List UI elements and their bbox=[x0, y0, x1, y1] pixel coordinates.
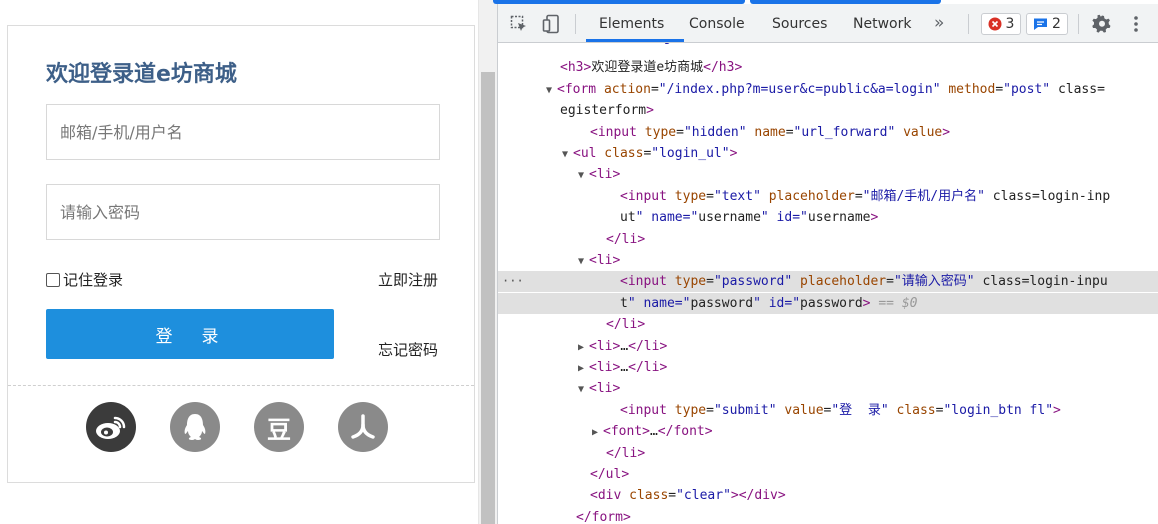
dom-node-line[interactable]: <input type="password" placeholder="请输入密… bbox=[498, 271, 1158, 293]
device-toolbar-icon[interactable] bbox=[542, 14, 562, 34]
dom-node-line[interactable]: ▼ <li> bbox=[498, 164, 1158, 185]
douban-glyph: 豆 bbox=[267, 415, 291, 444]
message-count: 2 bbox=[1052, 16, 1061, 32]
qq-glyph bbox=[184, 414, 206, 440]
username-input[interactable] bbox=[46, 104, 440, 160]
remember-label: 记住登录 bbox=[63, 271, 124, 289]
node-actions-ellipsis[interactable]: ··· bbox=[502, 271, 524, 292]
dom-node-line[interactable]: ▶ <li>…</li> bbox=[498, 336, 1158, 357]
dom-node-line[interactable]: t" name="password" id="password> == $0 bbox=[498, 292, 1158, 314]
error-icon bbox=[988, 17, 1002, 31]
dom-node-line[interactable]: ▶ <font>…</font> bbox=[498, 421, 1158, 442]
dom-node-line[interactable]: <h3>欢迎登录道e坊商城</h3> bbox=[498, 57, 1158, 78]
error-count: 3 bbox=[1005, 16, 1015, 32]
page-scrollbar[interactable] bbox=[478, 0, 497, 524]
dom-node-line[interactable]: </li> bbox=[498, 443, 1158, 464]
elements-dom-tree[interactable]: ▾<div class="login fl"><h3>欢迎登录道e坊商城</h3… bbox=[498, 43, 1158, 524]
toolbar-separator bbox=[575, 14, 576, 34]
weibo-icon[interactable] bbox=[86, 402, 136, 452]
dom-node-line[interactable]: <div class="clear"></div> bbox=[498, 485, 1158, 506]
dom-node-line[interactable]: </form> bbox=[498, 507, 1158, 524]
active-tab-indicator bbox=[586, 39, 684, 42]
divider bbox=[8, 385, 474, 386]
dom-node-line[interactable]: ▼ <li> bbox=[498, 250, 1158, 271]
dom-node-line[interactable]: <input type="submit" value="登 录" class="… bbox=[498, 400, 1158, 421]
dom-node-line[interactable]: </ul> bbox=[498, 464, 1158, 485]
tab-sources[interactable]: Sources bbox=[772, 16, 827, 32]
dom-node-line[interactable]: egisterform> bbox=[498, 100, 1158, 121]
tab-elements[interactable]: Elements bbox=[599, 16, 664, 32]
toolbar-separator bbox=[968, 14, 969, 34]
renren-glyph bbox=[351, 414, 375, 439]
dom-node-line[interactable]: <input type="text" placeholder="邮箱/手机/用户… bbox=[498, 186, 1158, 207]
message-icon bbox=[1034, 18, 1048, 30]
dom-node-line[interactable]: ▼ <form action="/index.php?m=user&c=publi… bbox=[498, 79, 1158, 100]
login-title: 欢迎登录道e坊商城 bbox=[46, 62, 237, 87]
dom-node-line[interactable]: ▶ <li>…</li> bbox=[498, 357, 1158, 378]
qq-icon[interactable] bbox=[170, 402, 220, 452]
dom-node-line[interactable]: ut" name="username" id="username> bbox=[498, 207, 1158, 228]
message-count-badge[interactable]: 2 bbox=[1026, 13, 1068, 35]
dom-node-line[interactable]: ▼ <ul class="login_ul"> bbox=[498, 143, 1158, 164]
dom-node-line[interactable]: <input type="hidden" name="url_forward" … bbox=[498, 122, 1158, 143]
error-count-badge[interactable]: 3 bbox=[981, 13, 1021, 35]
login-button[interactable]: 登 录 bbox=[46, 309, 334, 359]
password-input[interactable] bbox=[46, 184, 440, 240]
dom-node-line[interactable]: ▼ <li> bbox=[498, 378, 1158, 399]
page-viewport: 欢迎登录道e坊商城 记住登录 立即注册 登 录 忘记密码 bbox=[0, 0, 478, 524]
weibo-glyph bbox=[96, 416, 126, 439]
dom-node-line[interactable]: </li> bbox=[498, 314, 1158, 335]
register-link[interactable]: 立即注册 bbox=[378, 269, 438, 290]
forgot-password-link[interactable]: 忘记密码 bbox=[378, 339, 438, 360]
inspect-element-icon[interactable] bbox=[510, 15, 528, 33]
toolbar-separator bbox=[1078, 14, 1079, 34]
douban-icon[interactable]: 豆 bbox=[254, 402, 304, 452]
devtools-panel: Elements Console Sources Network » 3 2 <… bbox=[493, 0, 1158, 524]
dom-node-line[interactable]: ▾<div class="login fl"> bbox=[498, 43, 1158, 57]
remember-login[interactable]: 记住登录 bbox=[46, 269, 123, 290]
tab-console[interactable]: Console bbox=[689, 16, 745, 32]
devtools-toolbar: Elements Console Sources Network » 3 2 bbox=[498, 4, 1158, 43]
remember-checkbox[interactable] bbox=[46, 272, 60, 287]
login-panel: 欢迎登录道e坊商城 记住登录 立即注册 登 录 忘记密码 bbox=[7, 25, 475, 483]
page-scrollbar-thumb[interactable] bbox=[481, 72, 495, 524]
dom-node-line[interactable]: </li> bbox=[498, 229, 1158, 250]
more-tabs-icon[interactable]: » bbox=[934, 13, 944, 33]
renren-icon[interactable] bbox=[338, 402, 388, 452]
tab-network[interactable]: Network bbox=[853, 16, 911, 32]
more-options-icon[interactable] bbox=[1133, 15, 1139, 33]
settings-gear-icon[interactable] bbox=[1092, 14, 1112, 34]
